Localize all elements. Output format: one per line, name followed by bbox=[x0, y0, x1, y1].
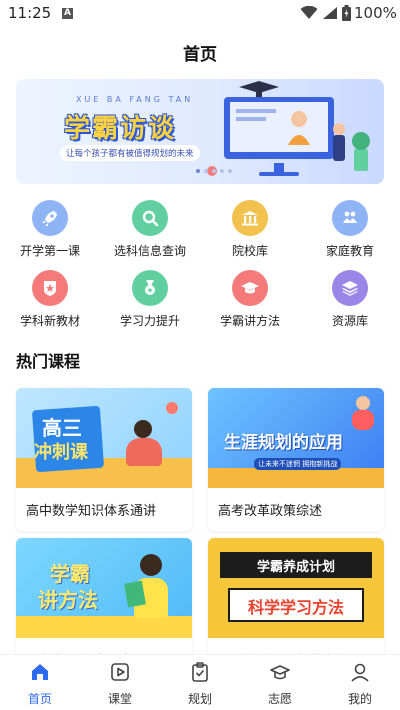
course-thumb-text: 学霸 bbox=[50, 562, 90, 586]
quick-link-label: 资源库 bbox=[331, 314, 368, 328]
quick-link-label: 学霸讲方法 bbox=[219, 314, 280, 328]
quick-link-learning-ability[interactable]: 学习力提升 bbox=[100, 270, 200, 329]
quick-link-subject-query[interactable]: 选科信息查询 bbox=[100, 200, 200, 259]
tab-label: 课堂 bbox=[107, 692, 132, 706]
clipboard-icon bbox=[192, 662, 208, 682]
course-thumbnail: 高三 冲刺课 bbox=[16, 388, 192, 488]
banner-pinyin: XUE BA FANG TAN bbox=[76, 95, 194, 104]
notification-icon: A bbox=[62, 8, 73, 19]
quick-link-institutions[interactable]: 院校库 bbox=[200, 200, 300, 259]
app-screen: 11:25 A 100% 首页 XUE BA FANG TAN 学霸访谈 让每个… bbox=[0, 0, 400, 710]
quick-link-label: 学习力提升 bbox=[119, 314, 180, 328]
quick-link-first-lesson[interactable]: 开学第一课 bbox=[0, 200, 100, 259]
status-time: 11:25 bbox=[8, 4, 52, 22]
course-thumb-text: 高三 bbox=[42, 416, 82, 440]
tab-home[interactable]: 首页 bbox=[10, 661, 70, 707]
course-title: 高考改革政策综述 bbox=[218, 504, 323, 519]
course-thumb-text: 讲方法 bbox=[38, 588, 98, 612]
course-thumbnail: 学霸养成计划 科学学习方法 bbox=[208, 538, 384, 638]
family-icon bbox=[332, 200, 368, 236]
carousel-dot[interactable] bbox=[204, 169, 208, 173]
course-thumb-text: 让未来不迷惘 拥抱新挑战 bbox=[254, 458, 342, 470]
institution-icon bbox=[232, 200, 268, 236]
quick-link-label: 学科新教材 bbox=[19, 314, 80, 328]
quick-link-label: 院校库 bbox=[231, 244, 268, 258]
bottom-tab-bar: 首页 课堂 规划 志愿 我的 bbox=[0, 654, 400, 710]
carousel-indicator bbox=[196, 169, 232, 173]
course-title: 高中数学知识体系通讲 bbox=[26, 504, 157, 519]
carousel-dot[interactable] bbox=[220, 169, 224, 173]
carousel-dot[interactable] bbox=[228, 169, 232, 173]
banner-carousel[interactable]: XUE BA FANG TAN 学霸访谈 让每个孩子都有被值得规划的未来 bbox=[16, 79, 384, 184]
quick-link-resources[interactable]: 资源库 bbox=[300, 270, 400, 329]
quick-link-label: 开学第一课 bbox=[19, 244, 80, 258]
tab-label: 我的 bbox=[347, 692, 372, 706]
section-title: 热门课程 bbox=[16, 352, 81, 371]
rocket-icon bbox=[32, 200, 68, 236]
quick-link-study-methods[interactable]: 学霸讲方法 bbox=[200, 270, 300, 329]
quick-link-label: 选科信息查询 bbox=[113, 244, 186, 258]
status-bar: 11:25 A 100% bbox=[0, 0, 400, 28]
quick-link-label: 家庭教育 bbox=[325, 244, 374, 258]
layers-icon bbox=[332, 270, 368, 306]
tab-classroom[interactable]: 课堂 bbox=[90, 661, 150, 707]
tab-label: 首页 bbox=[27, 692, 52, 706]
course-thumbnail: 生涯规划的应用 让未来不迷惘 拥抱新挑战 bbox=[208, 388, 384, 488]
tab-label: 规划 bbox=[187, 692, 212, 706]
course-thumbnail: 学霸 讲方法 bbox=[16, 538, 192, 638]
course-thumb-text: 冲刺课 bbox=[34, 442, 88, 463]
tab-mine[interactable]: 我的 bbox=[330, 661, 390, 707]
battery-percent: 100% bbox=[354, 4, 397, 22]
course-thumb-text: 学霸养成计划 bbox=[256, 560, 335, 575]
graduation-cap-icon bbox=[232, 270, 268, 306]
play-icon bbox=[111, 663, 129, 681]
shield-star-icon bbox=[32, 270, 68, 306]
user-icon bbox=[351, 663, 369, 682]
battery-icon bbox=[342, 5, 351, 21]
home-icon bbox=[32, 664, 48, 680]
banner-subtitle: 让每个孩子都有被值得规划的未来 bbox=[60, 145, 200, 161]
tab-planning[interactable]: 规划 bbox=[170, 661, 230, 707]
search-icon bbox=[132, 200, 168, 236]
quick-link-new-textbooks[interactable]: 学科新教材 bbox=[0, 270, 100, 329]
course-thumb-text: 科学学习方法 bbox=[247, 598, 344, 617]
course-card[interactable]: 高三 冲刺课 高中数学知识体系通讲 bbox=[16, 388, 192, 531]
medal-icon bbox=[132, 270, 168, 306]
page-title: 首页 bbox=[183, 45, 217, 65]
signal-icon bbox=[323, 7, 337, 19]
tab-label: 志愿 bbox=[267, 692, 292, 706]
carousel-dot[interactable] bbox=[196, 169, 200, 173]
course-card[interactable]: 生涯规划的应用 让未来不迷惘 拥抱新挑战 高考改革政策综述 bbox=[208, 388, 384, 531]
wifi-icon bbox=[300, 6, 318, 19]
quick-link-family-education[interactable]: 家庭教育 bbox=[300, 200, 400, 259]
banner-title: 学霸访谈 bbox=[64, 114, 177, 144]
course-thumb-text: 生涯规划的应用 bbox=[224, 433, 343, 453]
graduation-cap-icon bbox=[270, 665, 290, 680]
carousel-dot[interactable] bbox=[212, 169, 216, 173]
tab-application[interactable]: 志愿 bbox=[250, 661, 310, 707]
